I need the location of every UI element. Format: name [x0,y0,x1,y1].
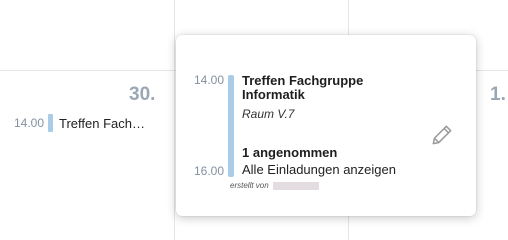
event-end-time: 16.00 [194,164,225,178]
accepted-count: 1 angenommen [242,145,338,160]
show-all-invites-link[interactable]: Alle Einladungen anzeigen [242,162,396,177]
grid-column-divider [174,0,175,240]
event-title: Treffen Fachgruppe Informatik [242,73,364,102]
created-by-label: erstellt von [230,181,269,190]
pencil-icon[interactable] [429,122,455,148]
calendar-event[interactable]: 14.00 Treffen Fachgruppe Informatik [14,113,164,133]
event-room: Raum V.7 [242,107,295,121]
event-time: 14.00 [14,116,45,130]
day-number[interactable]: 30. [129,84,155,106]
event-color-bar [228,75,234,177]
created-by: erstellt von [230,181,319,190]
event-start-time: 14.00 [194,73,225,87]
creator-name-redacted [272,181,319,190]
event-details-popover: 14.00 16.00 Treffen Fachgruppe Informati… [176,35,476,216]
event-color-bar [48,114,53,132]
day-number[interactable]: 1. [490,84,506,106]
event-title: Treffen Fachgruppe Informatik [59,115,151,131]
